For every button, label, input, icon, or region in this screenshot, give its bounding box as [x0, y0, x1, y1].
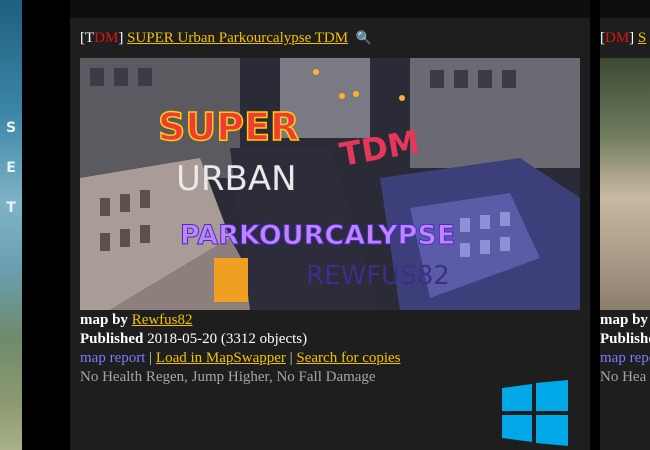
map-report-link[interactable]: map report: [80, 350, 145, 366]
map-thumbnail[interactable]: SUPER TDM URBAN PARKOURCALYPSE REWFUS82: [80, 58, 580, 310]
thumbnail-text-parkourcalypse: PARKOURCALYPSE: [180, 220, 455, 251]
object-count: (3312 objects): [220, 331, 308, 347]
mode-tag-dm: DM: [94, 30, 119, 46]
map-by-label: map by: [80, 312, 128, 328]
map-thumbnail[interactable]: [600, 58, 650, 310]
published-line: Published 2018-05-20 (3312 objects): [80, 331, 307, 348]
map-author-line: map by Rewfus82: [80, 312, 193, 329]
published-date: 2018-05-20: [147, 331, 218, 347]
map-report-link[interactable]: map repo: [600, 350, 650, 366]
separator: |: [289, 350, 293, 366]
thumbnail-text-urban: URBAN: [176, 159, 297, 199]
search-icon[interactable]: 🔍: [356, 31, 372, 46]
map-actions: map repo: [600, 350, 650, 367]
map-settings-tags: No Hea: [600, 369, 647, 385]
separator: |: [149, 350, 153, 366]
page-gutter: [22, 0, 70, 450]
map-card-partial: [DM] S map by Publishe map repo No Hea: [600, 18, 650, 450]
map-by-label: map by: [600, 312, 648, 328]
load-mapswapper-link[interactable]: Load in MapSwapper: [156, 350, 286, 366]
background-glyph: T: [6, 200, 16, 216]
author-link[interactable]: Rewfus82: [132, 312, 193, 328]
map-card: [TDM] SUPER Urban Parkourcalypse TDM 🔍 S…: [70, 18, 590, 450]
map-title-link[interactable]: S: [638, 30, 646, 46]
map-title-row: [DM] S: [600, 30, 646, 47]
background-glyph: E: [6, 160, 16, 176]
tag-bracket-close: ]: [629, 30, 635, 46]
map-actions: map report | Load in MapSwapper | Search…: [80, 350, 401, 367]
map-title-link[interactable]: SUPER Urban Parkourcalypse TDM: [127, 30, 348, 46]
map-settings-tags: No Health Regen, Jump Higher, No Fall Da…: [80, 369, 376, 385]
map-thumbnail-text: SUPER TDM URBAN PARKOURCALYPSE REWFUS82: [157, 104, 456, 291]
map-author-line: map by: [600, 312, 648, 329]
published-line: Publishe: [600, 331, 650, 348]
windows-icon: [502, 380, 568, 446]
mode-tag-t: T: [85, 30, 95, 46]
background-image-strip: S E T: [0, 0, 22, 450]
map-title-row: [TDM] SUPER Urban Parkourcalypse TDM 🔍: [80, 30, 372, 47]
thumbnail-text-super: SUPER: [158, 105, 299, 149]
thumbnail-text-tdm: TDM: [337, 123, 423, 174]
mode-tag-dm: DM: [605, 30, 630, 46]
published-label: Publishe: [600, 331, 650, 347]
page-gutter: [590, 0, 600, 450]
background-glyph: S: [5, 120, 17, 136]
search-copies-link[interactable]: Search for copies: [296, 350, 400, 366]
tag-bracket-close: ]: [118, 30, 124, 46]
published-label: Published: [80, 331, 144, 347]
thumbnail-text-author: REWFUS82: [306, 261, 450, 291]
